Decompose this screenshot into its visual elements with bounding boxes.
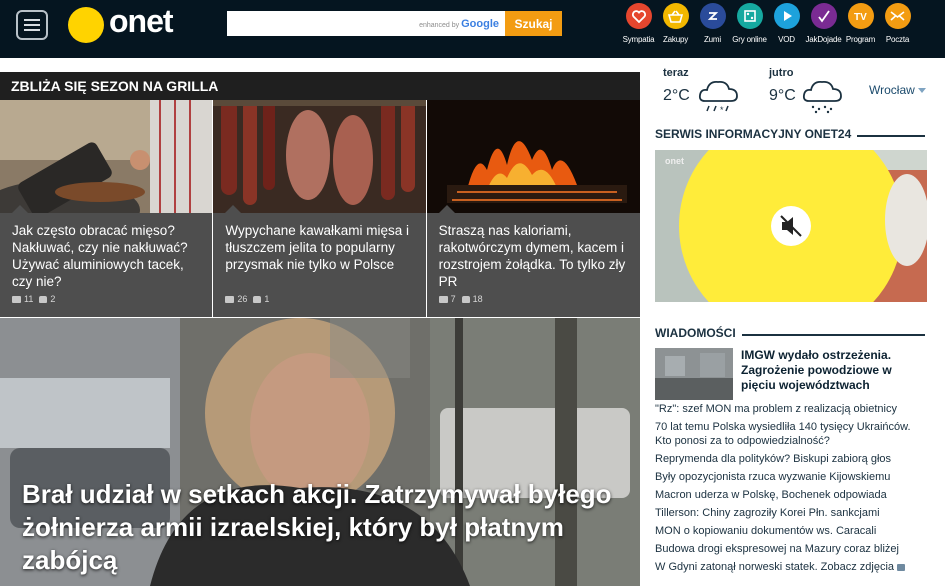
search-box: enhanced by Google	[227, 11, 505, 36]
news-link[interactable]: Reprymenda dla polityków? Biskupi zabior…	[655, 452, 930, 466]
weather-tomorrow: jutro	[769, 67, 793, 79]
caret-down-icon	[917, 88, 926, 94]
grill-section-header: ZBLIŻA SIĘ SEZON NA GRILLA	[0, 72, 640, 100]
news-link[interactable]: Były opozycjonista rzuca wyzwanie Kijows…	[655, 470, 930, 484]
promo-tile[interactable]: Straszą nas kaloriami, rakotwórczym dyme…	[426, 100, 640, 317]
news-header: WIADOMOŚCI	[655, 326, 925, 344]
section-title[interactable]: ZBLIŻA SIĘ SEZON NA GRILLA	[11, 78, 218, 94]
route-icon	[810, 3, 837, 29]
like-count: 18	[472, 294, 483, 304]
thumbs-up-icon	[253, 295, 262, 303]
tile-title[interactable]: Wypychane kawałkami mięsa i tłuszczem je…	[225, 222, 417, 273]
video-brand: onet	[665, 156, 684, 166]
tile-meta: 7 18	[438, 294, 489, 304]
weather-now: teraz	[663, 67, 689, 79]
comment-count: 26	[237, 294, 248, 304]
games-icon	[736, 3, 763, 29]
news-link[interactable]: Budowa drogi ekspresowej na Mazury coraz…	[655, 542, 930, 556]
service-vod[interactable]: VOD	[768, 3, 805, 53]
logo[interactable]: onet	[109, 3, 174, 40]
grill-tiles: Jak często obracać mięso? Nakłuwać, czy …	[0, 100, 640, 317]
hero-headline[interactable]: Brał udział w setkach akcji. Zatrzymywał…	[22, 478, 632, 577]
tile-image-sausages[interactable]	[213, 100, 426, 213]
news-link[interactable]: MON o kopiowaniu dokumentów ws. Caracali	[655, 524, 930, 538]
weather-tomorrow-label: jutro	[769, 67, 794, 79]
news-top-item[interactable]: IMGW wydało ostrzeżenia. Zagrożenie powo…	[655, 348, 927, 400]
news-link[interactable]: "Rz": szef MON ma problem z realizacją o…	[655, 402, 930, 416]
zumi-icon	[699, 3, 726, 29]
mail-icon	[884, 3, 911, 29]
svg-text:TV: TV	[854, 12, 867, 22]
video-player[interactable]: onet	[655, 150, 927, 302]
logo-dot[interactable]	[68, 7, 104, 43]
service-program[interactable]: TV Program	[842, 3, 879, 53]
news-title[interactable]: WIADOMOŚCI	[655, 326, 742, 340]
comment-icon	[225, 295, 235, 303]
service-zumi[interactable]: Zumi	[694, 3, 731, 53]
service-jakdojade[interactable]: JakDojade	[805, 3, 842, 53]
promo-tile[interactable]: Jak często obracać mięso? Nakłuwać, czy …	[0, 100, 213, 317]
cloud-snow-icon: *	[698, 80, 738, 115]
comment-count: 7	[450, 294, 456, 304]
news-link[interactable]: 70 lat temu Polska wysiedliła 140 tysięc…	[655, 420, 930, 448]
tile-title[interactable]: Straszą nas kaloriami, rakotwórczym dyme…	[439, 222, 632, 290]
comment-count: 11	[24, 294, 34, 304]
weather-tomorrow-temp: 9°C	[769, 87, 796, 104]
thumbs-up-icon	[461, 295, 470, 303]
speaker-muted-icon	[771, 206, 811, 246]
weather-city-select[interactable]: Wrocław	[869, 83, 926, 97]
news-link-photo[interactable]: W Gdyni zatonął norweski statek. Zobacz …	[655, 560, 930, 574]
search-input[interactable]	[227, 11, 417, 36]
hero-article[interactable]: Brał udział w setkach akcji. Zatrzymywał…	[0, 318, 640, 586]
tile-title[interactable]: Jak często obracać mięso? Nakłuwać, czy …	[12, 222, 204, 290]
onet24-header: SERWIS INFORMACYJNY ONET24	[655, 127, 925, 145]
service-zakupy[interactable]: Zakupy	[657, 3, 694, 53]
search-button[interactable]: Szukaj	[505, 11, 562, 36]
tile-image-fire[interactable]	[426, 100, 640, 213]
svg-text:*: *	[720, 105, 724, 115]
thumbs-up-icon	[39, 295, 48, 303]
news-top-title[interactable]: IMGW wydało ostrzeżenia. Zagrożenie powo…	[741, 348, 925, 393]
camera-icon	[897, 563, 906, 571]
heart-icon	[625, 3, 652, 29]
comment-icon	[438, 295, 448, 303]
news-link[interactable]: Macron uderza w Polskę, Bochenek odpowia…	[655, 488, 930, 502]
news-top-thumbnail[interactable]	[655, 348, 733, 400]
like-count: 2	[50, 294, 56, 304]
service-poczta[interactable]: Poczta	[879, 3, 916, 53]
tile-image-grilling[interactable]	[0, 100, 213, 213]
news-link[interactable]: Tillerson: Chiny zagroziły Korei Płn. sa…	[655, 506, 930, 520]
promo-tile[interactable]: Wypychane kawałkami mięsa i tłuszczem je…	[213, 100, 426, 317]
weather-now-label: teraz	[663, 67, 689, 79]
weather-now-temp: 2°C	[663, 87, 690, 104]
services-bar: Sympatia Zakupy Zumi Gry online VOD JakD…	[620, 3, 916, 53]
tile-meta: 11 2	[12, 294, 61, 304]
comment-icon	[12, 295, 21, 303]
cloud-rain-icon	[802, 80, 842, 114]
mute-button[interactable]	[765, 203, 817, 249]
menu-icon[interactable]	[16, 10, 48, 40]
onet24-title[interactable]: SERWIS INFORMACYJNY ONET24	[655, 127, 858, 141]
basket-icon	[662, 3, 689, 29]
service-sympatia[interactable]: Sympatia	[620, 3, 657, 53]
service-gry-online[interactable]: Gry online	[731, 3, 768, 53]
tile-meta: 26 1	[225, 294, 275, 304]
like-count: 1	[264, 294, 270, 304]
tv-icon: TV	[847, 3, 874, 29]
enhanced-by-google: enhanced by Google	[419, 18, 499, 30]
news-list: "Rz": szef MON ma problem z realizacją o…	[655, 402, 930, 578]
play-icon	[773, 3, 800, 29]
top-bar: onet enhanced by Google Szukaj Sympatia …	[0, 0, 945, 58]
weather-widget[interactable]: teraz 2°C * jutro 9°C Wrocław	[655, 67, 935, 119]
